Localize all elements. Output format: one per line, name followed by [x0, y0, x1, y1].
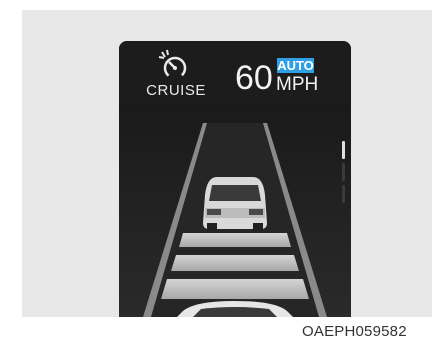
set-speed-value: 60 — [235, 59, 273, 97]
gap-bar-3 — [179, 233, 291, 247]
distance-mark-1 — [342, 141, 345, 159]
gap-bar-2 — [171, 255, 299, 271]
distance-mark-3 — [342, 185, 345, 203]
figure-code: OAEPH059582 — [302, 323, 407, 340]
vehicle-gap-indicator — [119, 105, 351, 317]
cruise-status-header: CRUISE 60 AUTO MPH — [119, 41, 351, 105]
gap-bar-1 — [161, 279, 309, 299]
cruise-label: CRUISE — [146, 82, 206, 99]
lead-vehicle-icon — [203, 177, 267, 231]
speed-unit: MPH — [276, 74, 319, 95]
distance-mark-2 — [342, 163, 345, 181]
cruise-control-icon — [158, 49, 187, 80]
auto-mode-badge: AUTO — [277, 58, 314, 73]
instrument-cluster-display: CRUISE 60 AUTO MPH — [119, 41, 351, 317]
